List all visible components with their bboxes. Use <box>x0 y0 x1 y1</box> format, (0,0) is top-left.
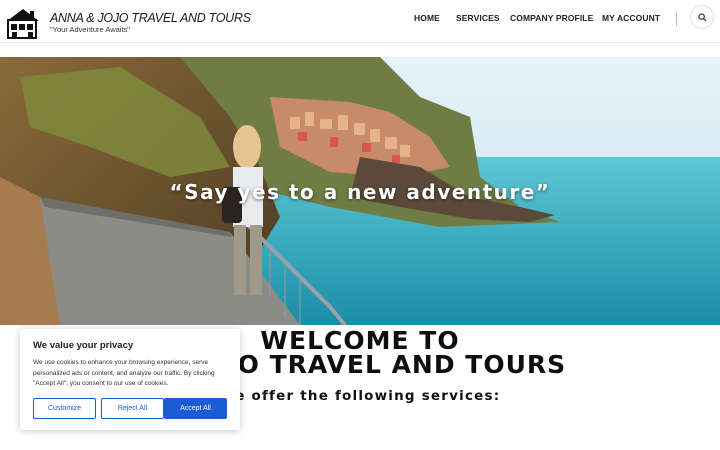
customize-button[interactable]: Customize <box>33 398 96 419</box>
accept-all-button[interactable]: Accept All <box>164 398 227 419</box>
search-icon <box>698 13 707 22</box>
search-button[interactable] <box>690 5 714 29</box>
hero-banner: “Say yes to a new adventure” <box>0 57 720 325</box>
hero-quote: “Say yes to a new adventure” <box>169 180 551 204</box>
nav-home[interactable]: HOME <box>414 13 440 23</box>
cookie-title: We value your privacy <box>33 340 134 351</box>
reject-all-button[interactable]: Reject All <box>101 398 164 419</box>
nav-my-account[interactable]: MY ACCOUNT <box>602 13 660 23</box>
nav-divider <box>676 11 677 26</box>
nav-services[interactable]: SERVICES <box>456 13 500 23</box>
main-nav: HOME SERVICES COMPANY PROFILE MY ACCOUNT <box>0 13 720 27</box>
cookie-text: We use cookies to enhance your browsing … <box>33 359 215 387</box>
cookie-consent-banner: We value your privacy We use cookies to … <box>20 329 240 430</box>
site-header: ANNA & JOJO TRAVEL AND TOURS "Your Adven… <box>0 0 720 43</box>
nav-company-profile[interactable]: COMPANY PROFILE <box>510 13 593 23</box>
